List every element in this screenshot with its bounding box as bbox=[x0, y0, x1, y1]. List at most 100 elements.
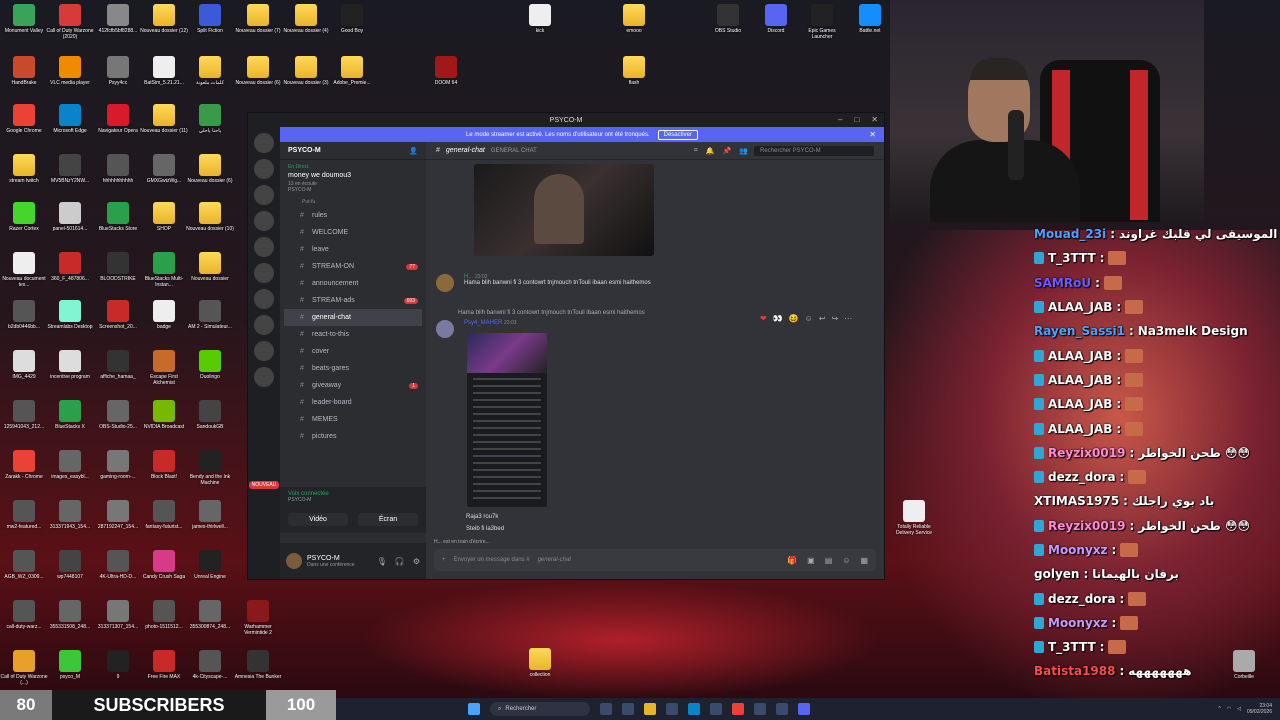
search-input[interactable]: Rechercher PSYCO-M bbox=[754, 145, 874, 156]
desktop-icon[interactable]: wp7448107 bbox=[46, 550, 94, 580]
desktop-icon[interactable]: AM 2 - Simulateur... bbox=[186, 300, 234, 330]
desktop-icon[interactable]: Nouveau dossier (12) bbox=[140, 4, 188, 34]
desktop-icon[interactable]: Microsoft Edge bbox=[46, 104, 94, 134]
message-input[interactable]: + Envoyer un message dans # general-chat… bbox=[434, 549, 876, 571]
desktop-icon[interactable]: 287192247_154... bbox=[94, 500, 142, 530]
desktop-icon[interactable]: NVIDIA Broadcast bbox=[140, 400, 188, 430]
desktop-icon[interactable]: BatSim_5.21.21... bbox=[140, 56, 188, 86]
desktop-icon[interactable]: emooo bbox=[610, 4, 658, 34]
desktop-icon[interactable]: 4k-Cityscape-... bbox=[186, 650, 234, 680]
heart-reaction-icon[interactable]: ❤ bbox=[760, 314, 767, 323]
gif-icon[interactable]: ▣ bbox=[807, 556, 815, 565]
desktop-icon[interactable]: MV5BNzY2NW... bbox=[46, 154, 94, 184]
task-view-icon[interactable] bbox=[600, 703, 612, 715]
desktop-icon[interactable]: james-thirlwell... bbox=[186, 500, 234, 530]
desktop-icon[interactable]: collection bbox=[516, 648, 564, 678]
desktop-icon[interactable]: BlueStacks X bbox=[46, 400, 94, 430]
desktop-icon[interactable]: Adobe_Premie... bbox=[328, 56, 376, 86]
add-member-icon[interactable]: 👤 bbox=[409, 147, 418, 155]
channel-item[interactable]: # STREAM-ads 693 bbox=[280, 292, 426, 309]
app-icon[interactable] bbox=[666, 703, 678, 715]
desktop-icon[interactable]: flash bbox=[610, 56, 658, 86]
headphones-icon[interactable]: 🎧 bbox=[395, 557, 405, 566]
desktop-icon[interactable]: badge bbox=[140, 300, 188, 330]
desktop-icon[interactable]: BlueStacks Multi-Instan... bbox=[140, 252, 188, 288]
screen-share-button[interactable]: Écran bbox=[358, 513, 418, 526]
video-button[interactable]: Vidéo bbox=[288, 513, 348, 526]
desktop-icon[interactable]: Epic Games Launcher bbox=[798, 4, 846, 40]
desktop-icon[interactable]: Razer Cortex bbox=[0, 202, 48, 232]
server-icon[interactable] bbox=[254, 289, 274, 309]
desktop-icon[interactable]: Totally Reliable Delivery Service bbox=[890, 500, 938, 536]
desktop-icon[interactable]: BLOODSTRIKE bbox=[94, 252, 142, 282]
gear-icon[interactable]: ⚙ bbox=[413, 557, 420, 566]
reply-icon[interactable]: ↩ bbox=[819, 314, 826, 323]
desktop-icon[interactable]: Split Fiction bbox=[186, 4, 234, 34]
desktop-icon[interactable]: Good Boy bbox=[328, 4, 376, 34]
desktop-icon[interactable]: Warhammer Vermintide 2 bbox=[234, 600, 282, 636]
desktop-icon[interactable]: DOOM 64 bbox=[422, 56, 470, 86]
live-event[interactable]: En Direct money we doumou3 13 en écoute … bbox=[280, 160, 426, 197]
desktop-icon[interactable]: images_easybl... bbox=[46, 450, 94, 480]
desktop-icon[interactable]: SHOP bbox=[140, 202, 188, 232]
desktop-icon[interactable]: Nouveau dossier (6) bbox=[234, 56, 282, 86]
apps-icon[interactable]: ▦ bbox=[860, 556, 868, 565]
desktop-icon[interactable]: Nouveau document tex... bbox=[0, 252, 48, 288]
gift-icon[interactable]: 🎁 bbox=[787, 556, 797, 565]
desktop-icon[interactable]: kick bbox=[516, 4, 564, 34]
desktop-icon[interactable]: Unreal Engine bbox=[186, 550, 234, 580]
server-icon[interactable] bbox=[254, 211, 274, 231]
desktop-icon[interactable]: Nouveau dossier (10) bbox=[186, 202, 234, 232]
desktop-icon[interactable]: Free Fire MAX bbox=[140, 650, 188, 680]
avatar[interactable] bbox=[436, 320, 454, 338]
disable-streamer-button[interactable]: Désactiver bbox=[657, 129, 698, 140]
desktop-icon[interactable]: Nouveau dossier (3) bbox=[282, 56, 330, 86]
pin-icon[interactable]: 📌 bbox=[723, 147, 732, 155]
desktop-icon[interactable]: hhhhhhhhhhh bbox=[94, 154, 142, 184]
desktop-icon[interactable]: SandoukGB bbox=[186, 400, 234, 430]
desktop-icon[interactable]: Call of Duty Warzone (...) bbox=[0, 650, 48, 686]
desktop-icon[interactable]: incentive program bbox=[46, 350, 94, 380]
desktop-icon[interactable]: 125941043_212... bbox=[0, 400, 48, 430]
avatar[interactable] bbox=[436, 274, 454, 292]
bell-icon[interactable]: 🔔 bbox=[706, 147, 715, 155]
channel-item[interactable]: # leave bbox=[280, 241, 426, 258]
server-icon[interactable] bbox=[254, 133, 274, 153]
desktop-icon[interactable]: photo-1511512... bbox=[140, 600, 188, 630]
channel-item[interactable]: # rules bbox=[280, 207, 426, 224]
server-icon[interactable] bbox=[254, 341, 274, 361]
channel-item[interactable]: # cover bbox=[280, 343, 426, 360]
desktop-icon[interactable]: 360_F_487806... bbox=[46, 252, 94, 282]
desktop-icon[interactable]: HandBrake bbox=[0, 56, 48, 86]
channel-item[interactable]: # leader-board bbox=[280, 394, 426, 411]
desktop-icon[interactable]: Call of Duty Warzone (2020) bbox=[46, 4, 94, 40]
desktop-icon[interactable]: 4K-Ultra-HD-D... bbox=[94, 550, 142, 580]
app-icon[interactable] bbox=[710, 703, 722, 715]
channel-item[interactable]: # general-chat bbox=[284, 309, 422, 326]
desktop-icon[interactable]: fantasy-futurist... bbox=[140, 500, 188, 530]
more-icon[interactable]: ⋯ bbox=[844, 314, 852, 323]
file-explorer-icon[interactable] bbox=[644, 703, 656, 715]
eyes-reaction-icon[interactable]: 👀 bbox=[773, 314, 783, 323]
desktop-icon[interactable]: b2db0446bb... bbox=[0, 300, 48, 330]
desktop-icon[interactable]: VLC media player bbox=[46, 56, 94, 86]
server-icon[interactable] bbox=[254, 367, 274, 387]
desktop-icon[interactable]: BlueStacks Store bbox=[94, 202, 142, 232]
channel-item[interactable]: # giveaway 1 bbox=[280, 377, 426, 394]
channel-item[interactable]: # react-to-this bbox=[280, 326, 426, 343]
server-icon[interactable] bbox=[254, 315, 274, 335]
server-header[interactable]: PSYCO-M 👤 bbox=[280, 142, 426, 160]
desktop-icon[interactable]: OBS Studio bbox=[704, 4, 752, 34]
wifi-icon[interactable]: ◠ bbox=[1227, 706, 1231, 712]
desktop-icon[interactable]: 412fcfb5bf8288... bbox=[94, 4, 142, 34]
chrome-icon[interactable] bbox=[732, 703, 744, 715]
desktop-icon[interactable]: stream twitch bbox=[0, 154, 48, 184]
desktop-icon[interactable]: 313371307_154... bbox=[94, 600, 142, 630]
members-icon[interactable]: 👥 bbox=[739, 147, 748, 155]
desktop-icon[interactable]: 355331508_248... bbox=[46, 600, 94, 630]
desktop-icon[interactable]: mw2-featured... bbox=[0, 500, 48, 530]
add-reaction-icon[interactable]: ☺ bbox=[805, 314, 813, 323]
message-author[interactable]: Psy4_MAHER bbox=[464, 320, 502, 326]
desktop-icon[interactable]: Candy Crush Saga bbox=[140, 550, 188, 580]
channel-item[interactable]: # STREAM-ON 77 bbox=[280, 258, 426, 275]
